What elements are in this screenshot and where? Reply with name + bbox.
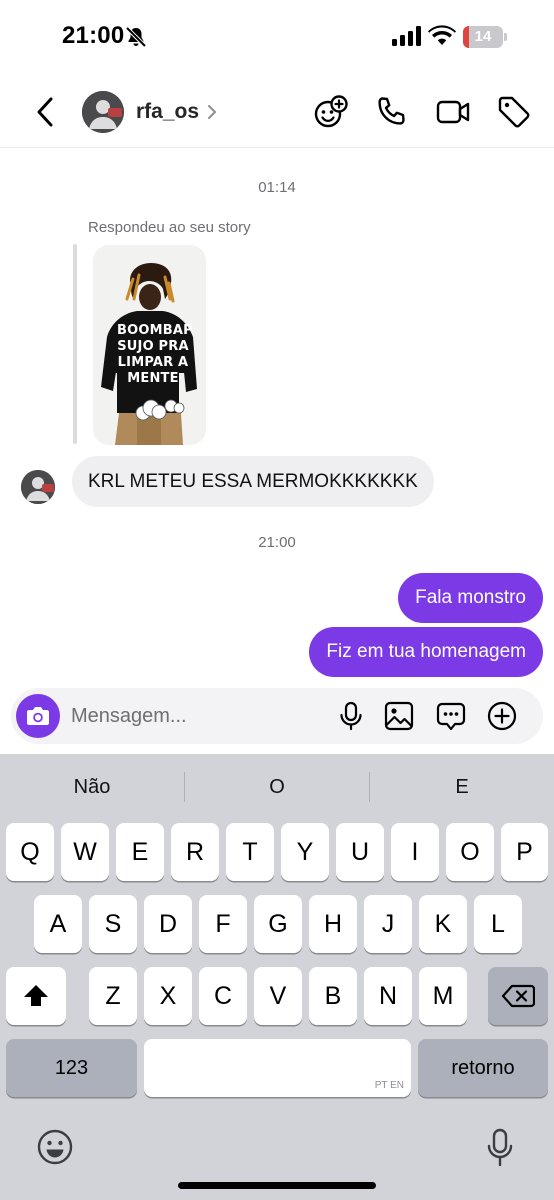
key-c[interactable]: C — [199, 967, 247, 1025]
message-composer — [11, 688, 543, 744]
delete-icon — [501, 984, 535, 1008]
video-camera-icon[interactable] — [435, 94, 471, 130]
chevron-right-icon[interactable] — [206, 104, 218, 120]
camera-button[interactable] — [16, 694, 60, 738]
keyboard: Não O E Q W E R T Y U I O P A S D F G H … — [0, 754, 554, 1200]
suggestion-bar: Não O E — [0, 754, 554, 820]
tag-icon[interactable] — [496, 94, 532, 130]
outgoing-message-bubble[interactable]: Fiz em tua homenagem — [309, 627, 543, 677]
key-l[interactable]: L — [474, 895, 522, 953]
battery-icon: 14 — [463, 26, 507, 48]
effects-icon[interactable] — [313, 94, 349, 130]
shift-key[interactable] — [6, 967, 66, 1025]
key-d[interactable]: D — [144, 895, 192, 953]
key-j[interactable]: J — [364, 895, 412, 953]
home-indicator[interactable] — [178, 1182, 376, 1189]
key-v[interactable]: V — [254, 967, 302, 1025]
space-language-label: PT EN — [374, 1080, 404, 1091]
contact-username[interactable]: rfa_os — [136, 100, 199, 124]
cloud-sticker — [135, 399, 185, 421]
key-w[interactable]: W — [61, 823, 109, 881]
emoji-icon[interactable] — [36, 1128, 74, 1166]
story-thumbnail[interactable]: BOOMBAP SUJO PRA LIMPAR A MENTE — [93, 245, 206, 445]
key-m[interactable]: M — [419, 967, 467, 1025]
key-f[interactable]: F — [199, 895, 247, 953]
dictation-icon[interactable] — [486, 1128, 514, 1168]
key-q[interactable]: Q — [6, 823, 54, 881]
key-a[interactable]: A — [34, 895, 82, 953]
message-timestamp: 21:00 — [258, 534, 296, 551]
key-z[interactable]: Z — [89, 967, 137, 1025]
wifi-icon — [428, 25, 456, 45]
plus-circle-icon[interactable] — [487, 701, 517, 731]
key-o[interactable]: O — [446, 823, 494, 881]
reply-quote-bar — [73, 244, 77, 444]
avatar[interactable] — [21, 470, 55, 504]
shift-icon — [24, 985, 48, 1006]
microphone-icon[interactable] — [336, 701, 366, 731]
suggestion-item[interactable]: E — [370, 754, 554, 820]
message-timestamp: 01:14 — [258, 179, 296, 196]
delete-key[interactable] — [488, 967, 548, 1025]
key-u[interactable]: U — [336, 823, 384, 881]
key-k[interactable]: K — [419, 895, 467, 953]
key-i[interactable]: I — [391, 823, 439, 881]
story-reply-label: Respondeu ao seu story — [88, 219, 251, 236]
avatar[interactable] — [82, 91, 124, 133]
key-e[interactable]: E — [116, 823, 164, 881]
chat-header: rfa_os — [0, 76, 554, 148]
status-time: 21:00 — [62, 22, 125, 49]
status-bar: 21:00 14 — [0, 0, 554, 76]
key-b[interactable]: B — [309, 967, 357, 1025]
camera-icon — [27, 707, 49, 725]
space-bar[interactable]: PT EN — [144, 1039, 411, 1097]
key-n[interactable]: N — [364, 967, 412, 1025]
outgoing-message-bubble[interactable]: Fala monstro — [398, 573, 543, 623]
key-p[interactable]: P — [501, 823, 548, 881]
key-r[interactable]: R — [171, 823, 219, 881]
key-t[interactable]: T — [226, 823, 274, 881]
phone-icon[interactable] — [373, 94, 409, 130]
suggestion-item[interactable]: Não — [0, 754, 184, 820]
key-x[interactable]: X — [144, 967, 192, 1025]
numbers-key[interactable]: 123 — [6, 1039, 137, 1097]
cellular-signal-icon — [392, 26, 421, 46]
message-input[interactable] — [71, 688, 321, 744]
return-key[interactable]: retorno — [418, 1039, 548, 1097]
key-h[interactable]: H — [309, 895, 357, 953]
back-arrow-icon[interactable] — [30, 94, 62, 130]
battery-level: 14 — [474, 28, 492, 45]
bell-slash-icon — [125, 26, 147, 48]
key-s[interactable]: S — [89, 895, 137, 953]
key-y[interactable]: Y — [281, 823, 329, 881]
sticker-icon[interactable] — [436, 701, 466, 731]
suggestion-item[interactable]: O — [185, 754, 369, 820]
key-g[interactable]: G — [254, 895, 302, 953]
gallery-icon[interactable] — [384, 701, 414, 731]
incoming-message-bubble[interactable]: KRL METEU ESSA MERMOKKKKKKK — [72, 456, 434, 507]
